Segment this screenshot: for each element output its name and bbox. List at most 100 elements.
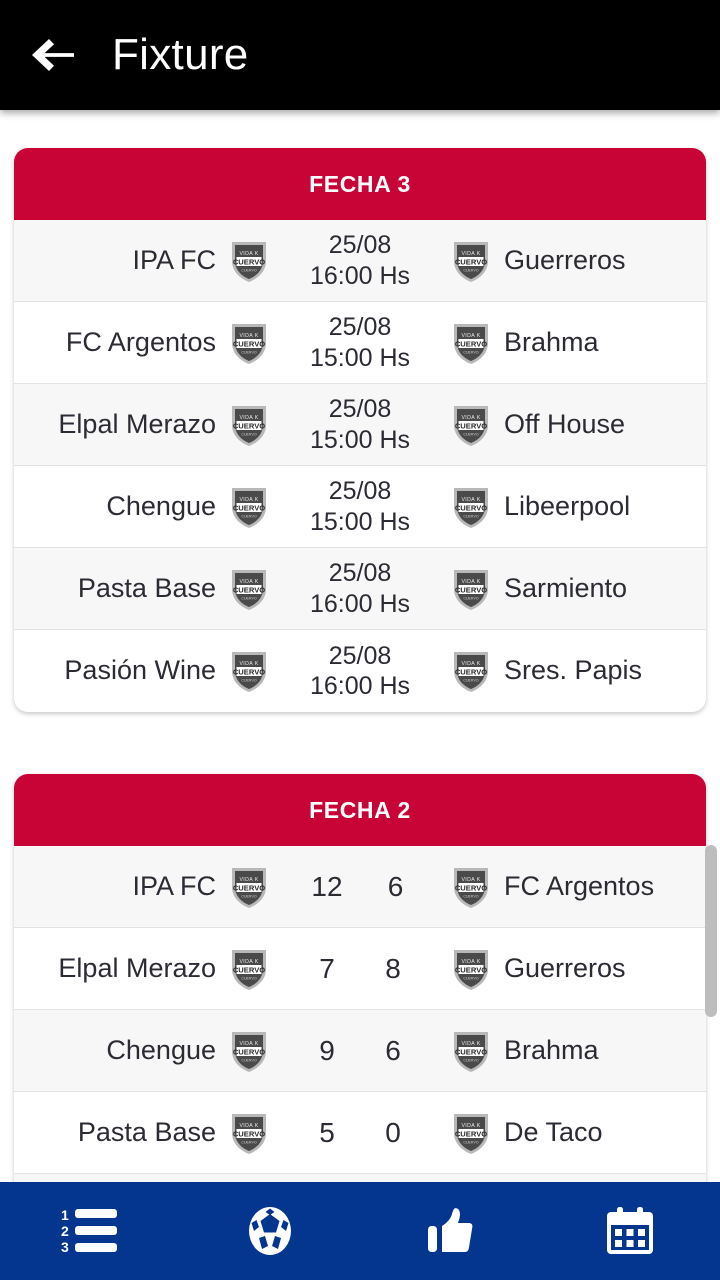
svg-text:CUERVO: CUERVO: [233, 883, 265, 892]
home-team: Elpal Merazo VIDA K CUERVO CUERVO: [14, 403, 272, 447]
svg-text:CUERVO: CUERVO: [463, 350, 479, 354]
nav-positions[interactable]: 1 2 3: [0, 1182, 180, 1280]
away-team-name: Guerreros: [504, 952, 626, 983]
match-row[interactable]: Elpal Merazo VIDA K CUERVO CUERVO 7 8 VIDA K CU…: [14, 928, 706, 1010]
home-score: 5: [319, 1116, 335, 1148]
match-row[interactable]: Pasión Wine VIDA K CUERVO CUERVO 25/08 16:00 …: [14, 630, 706, 712]
svg-text:CUERVO: CUERVO: [455, 339, 487, 348]
match-date: 25/08: [328, 477, 392, 505]
match-row[interactable]: Pasta Base VIDA K CUERVO CUERVO 25/08 16:00 H…: [14, 548, 706, 630]
match-row[interactable]: FC Argentos VIDA K CUERVO CUERVO 25/08 15:00 …: [14, 302, 706, 384]
team-crest-icon: VIDA K CUERVO CUERVO: [230, 1029, 268, 1073]
match-row[interactable]: Pasión WineVIDA KCUERVOCUERVO37VIDA KCUE…: [14, 1174, 706, 1182]
svg-text:VIDA K: VIDA K: [239, 579, 258, 585]
team-crest-icon: VIDA K CUERVO CUERVO: [230, 485, 268, 529]
home-team: IPA FC VIDA K CUERVO CUERVO: [14, 865, 272, 909]
soccer-ball-icon: [247, 1205, 293, 1257]
away-team-name: Brahma: [504, 1034, 599, 1065]
svg-text:VIDA K: VIDA K: [461, 661, 480, 667]
match-datetime: 25/08 15:00 Hs: [272, 394, 448, 455]
match-score: 12 6: [272, 871, 448, 903]
svg-text:CUERVO: CUERVO: [463, 432, 479, 436]
svg-text:VIDA K: VIDA K: [461, 579, 480, 585]
fixture-card-header: FECHA 2: [14, 774, 706, 846]
match-time: 15:00 Hs: [309, 343, 411, 372]
fixture-round-label: FECHA 3: [309, 170, 411, 197]
home-team-name: Chengue: [106, 1034, 216, 1065]
svg-text:CUERVO: CUERVO: [455, 257, 487, 266]
away-team-name: Sres. Papis: [504, 655, 643, 686]
page-title: Fixture: [112, 30, 249, 79]
nav-fixture[interactable]: [540, 1182, 720, 1280]
fixture-scroll-area[interactable]: FECHA 3 IPA FC VIDA K CUERVO CUERVO 25/08 16:0…: [0, 110, 720, 1182]
svg-text:CUERVO: CUERVO: [241, 432, 257, 436]
svg-text:CUERVO: CUERVO: [455, 667, 487, 676]
match-time: 16:00 Hs: [309, 672, 411, 700]
svg-text:CUERVO: CUERVO: [463, 268, 479, 272]
svg-text:VIDA K: VIDA K: [461, 1123, 480, 1129]
team-crest-icon: VIDA K CUERVO CUERVO: [452, 1029, 490, 1073]
away-score: 0: [385, 1116, 401, 1148]
home-team-name: Elpal Merazo: [58, 952, 216, 983]
scrollbar-thumb[interactable]: [705, 845, 717, 1017]
svg-text:CUERVO: CUERVO: [463, 894, 479, 898]
match-datetime: 25/08 16:00 Hs: [272, 641, 448, 702]
svg-text:VIDA K: VIDA K: [461, 415, 480, 421]
svg-text:CUERVO: CUERVO: [233, 585, 265, 594]
bottom-navigation-bar: 1 2 3: [0, 1182, 720, 1280]
svg-text:CUERVO: CUERVO: [463, 1058, 479, 1062]
svg-text:CUERVO: CUERVO: [463, 679, 479, 683]
away-team-name: Libeerpool: [504, 490, 631, 521]
team-crest-icon: VIDA K CUERVO CUERVO: [230, 649, 268, 693]
team-crest-icon: VIDA K CUERVO CUERVO: [230, 567, 268, 611]
svg-text:VIDA K: VIDA K: [239, 1123, 258, 1129]
svg-text:CUERVO: CUERVO: [233, 257, 265, 266]
home-team: Pasta Base VIDA K CUERVO CUERVO: [14, 567, 272, 611]
svg-text:1: 1: [61, 1207, 69, 1223]
away-score: 6: [387, 870, 404, 902]
svg-text:VIDA K: VIDA K: [239, 1041, 258, 1047]
numbered-list-icon: 1 2 3: [61, 1207, 119, 1255]
svg-text:CUERVO: CUERVO: [233, 421, 265, 430]
match-row[interactable]: Chengue VIDA K CUERVO CUERVO 25/08 15:00 Hs VI…: [14, 466, 706, 548]
away-score: 8: [385, 952, 401, 984]
match-row[interactable]: IPA FC VIDA K CUERVO CUERVO 12 6 VIDA K CUERVO C…: [14, 846, 706, 928]
svg-text:VIDA K: VIDA K: [239, 415, 258, 421]
svg-text:CUERVO: CUERVO: [233, 503, 265, 512]
nav-votes[interactable]: [360, 1182, 540, 1280]
team-crest-icon: VIDA K CUERVO CUERVO: [230, 947, 268, 991]
match-row[interactable]: Elpal Merazo VIDA K CUERVO CUERVO 25/08 15:00…: [14, 384, 706, 466]
nav-matches[interactable]: [180, 1182, 360, 1280]
away-team: VIDA K CUERVO CUERVO Guerreros: [448, 239, 706, 283]
svg-text:VIDA K: VIDA K: [239, 251, 258, 257]
team-crest-icon: VIDA K CUERVO CUERVO: [452, 239, 490, 283]
away-score: 6: [385, 1034, 401, 1066]
home-team: Elpal Merazo VIDA K CUERVO CUERVO: [14, 947, 272, 991]
team-crest-icon: VIDA K CUERVO CUERVO: [452, 649, 490, 693]
match-row[interactable]: IPA FC VIDA K CUERVO CUERVO 25/08 16:00 Hs VID…: [14, 220, 706, 302]
away-team: VIDA K CUERVO CUERVO Brahma: [448, 1029, 706, 1073]
svg-text:VIDA K: VIDA K: [461, 877, 480, 883]
back-button[interactable]: [16, 18, 90, 92]
home-team-name: Pasta Base: [77, 1116, 216, 1147]
team-crest-icon: VIDA K CUERVO CUERVO: [452, 1111, 490, 1155]
svg-text:CUERVO: CUERVO: [455, 503, 487, 512]
match-row[interactable]: Chengue VIDA K CUERVO CUERVO 9 6 VIDA K CUERVO C…: [14, 1010, 706, 1092]
match-time: 16:00 Hs: [309, 589, 411, 618]
home-team-name: IPA FC: [132, 870, 216, 901]
home-team-name: IPA FC: [132, 244, 216, 275]
svg-text:VIDA K: VIDA K: [239, 497, 258, 503]
away-team: VIDA K CUERVO CUERVO Brahma: [448, 321, 706, 365]
svg-text:CUERVO: CUERVO: [241, 268, 257, 272]
thumbs-up-icon: [427, 1206, 473, 1256]
team-crest-icon: VIDA K CUERVO CUERVO: [230, 403, 268, 447]
away-team-name: Brahma: [504, 326, 599, 357]
match-row[interactable]: Pasta Base VIDA K CUERVO CUERVO 5 0 VIDA K CUER…: [14, 1092, 706, 1174]
svg-text:CUERVO: CUERVO: [241, 350, 257, 354]
home-team: Chengue VIDA K CUERVO CUERVO: [14, 1029, 272, 1073]
home-team: Pasión Wine VIDA K CUERVO CUERVO: [14, 649, 272, 693]
svg-text:VIDA K: VIDA K: [239, 877, 258, 883]
svg-text:3: 3: [61, 1239, 69, 1255]
svg-text:CUERVO: CUERVO: [455, 585, 487, 594]
svg-text:CUERVO: CUERVO: [241, 514, 257, 518]
